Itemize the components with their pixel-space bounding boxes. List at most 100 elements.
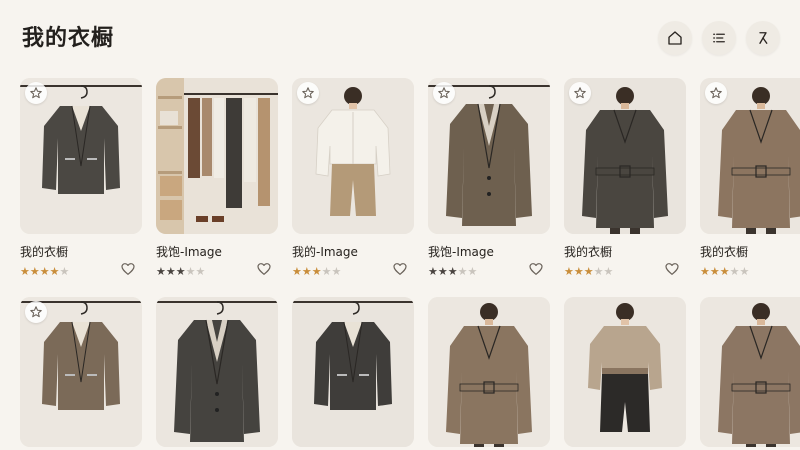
rating-star: ★: [39, 265, 50, 278]
rating-stars: ★★★★★: [564, 265, 613, 278]
rating-star: ★: [175, 265, 186, 278]
rating-star: ★: [709, 265, 720, 278]
rating-star: ★: [185, 265, 196, 278]
rating-star: ★: [29, 265, 40, 278]
star-outline-icon: [438, 87, 450, 99]
wardrobe-card[interactable]: 我的-Image ★★★★★: [292, 78, 414, 279]
rating-star: ★: [156, 265, 166, 278]
rating-star: ★: [583, 265, 594, 278]
star-outline-icon: [30, 87, 42, 99]
card-thumbnail[interactable]: [564, 297, 686, 447]
rating-star: ★: [739, 265, 750, 278]
rating-star: ★: [573, 265, 584, 278]
wardrobe-card[interactable]: 我饱-Image ★★★★★: [156, 78, 278, 279]
garment-photo: [428, 297, 550, 447]
rating-star: ★: [321, 265, 332, 278]
card-title: 我的衣橱: [700, 245, 749, 259]
garment-photo: [564, 297, 686, 447]
wardrobe-card[interactable]: [292, 297, 414, 447]
wardrobe-card[interactable]: [156, 297, 278, 447]
card-title: 我的衣橱: [564, 245, 613, 259]
card-thumbnail[interactable]: [20, 78, 142, 234]
wardrobe-card[interactable]: 我的衣橱 ★★★★★: [20, 78, 142, 279]
rating-star: ★: [467, 265, 478, 278]
card-title: 我饱-Image: [156, 245, 222, 259]
wardrobe-card[interactable]: [700, 297, 800, 447]
rating-star: ★: [437, 265, 448, 278]
hanger-button[interactable]: [746, 21, 780, 55]
card-thumbnail[interactable]: [292, 297, 414, 447]
wardrobe-app: 我的衣橱 我的衣橱 ★★★★★ 我饱-Image ★★★★★ 我的-Image …: [0, 0, 800, 450]
page-title: 我的衣橱: [22, 26, 115, 51]
wardrobe-card[interactable]: [20, 297, 142, 447]
rating-star: ★: [700, 265, 710, 278]
card-thumbnail[interactable]: [292, 78, 414, 234]
card-thumbnail[interactable]: [20, 297, 142, 447]
rating-star: ★: [729, 265, 740, 278]
card-row: 我的衣橱 ★★★★★ 我饱-Image ★★★★★ 我的-Image ★★★★★…: [20, 78, 800, 279]
rating-star: ★: [593, 265, 604, 278]
card-thumbnail[interactable]: [428, 297, 550, 447]
rating-star: ★: [428, 265, 438, 278]
rating-star: ★: [603, 265, 614, 278]
rating-star: ★: [59, 265, 70, 278]
heart-icon[interactable]: [528, 261, 544, 277]
rating-stars: ★★★★★: [428, 265, 477, 278]
card-meta: 我的衣橱 ★★★★★: [20, 243, 142, 279]
card-meta: 我饱-Image ★★★★★: [428, 243, 550, 279]
filter-button[interactable]: [702, 21, 736, 55]
top-actions: [658, 21, 780, 55]
garment-photo: [700, 297, 800, 447]
filter-list-icon: [713, 33, 725, 43]
hanger-icon: [759, 32, 768, 44]
rating-star: ★: [195, 265, 206, 278]
wardrobe-grid: 我的衣橱 ★★★★★ 我饱-Image ★★★★★ 我的-Image ★★★★★…: [20, 78, 800, 450]
rating-stars: ★★★★★: [292, 265, 341, 278]
rating-star: ★: [292, 265, 302, 278]
favorite-star-button[interactable]: [25, 82, 47, 104]
favorite-star-button[interactable]: [433, 82, 455, 104]
rating-star: ★: [719, 265, 730, 278]
garment-photo: [292, 297, 414, 447]
wardrobe-card[interactable]: 我饱-Image ★★★★★: [428, 78, 550, 279]
rating-star: ★: [331, 265, 342, 278]
rating-stars: ★★★★★: [20, 265, 69, 278]
wardrobe-card[interactable]: 我的衣橱 ★★★★★: [700, 78, 800, 279]
card-thumbnail[interactable]: [564, 78, 686, 234]
card-thumbnail[interactable]: [156, 78, 278, 234]
card-meta: 我的衣橱 ★★★★★: [700, 243, 800, 279]
heart-icon[interactable]: [664, 261, 680, 277]
rating-star: ★: [301, 265, 312, 278]
favorite-star-button[interactable]: [25, 301, 47, 323]
card-thumbnail[interactable]: [428, 78, 550, 234]
rating-star: ★: [447, 265, 458, 278]
heart-icon[interactable]: [256, 261, 272, 277]
rating-star: ★: [49, 265, 60, 278]
favorite-star-button[interactable]: [569, 82, 591, 104]
card-title: 我的-Image: [292, 245, 358, 259]
card-thumbnail[interactable]: [156, 297, 278, 447]
rating-star: ★: [20, 265, 30, 278]
wardrobe-card[interactable]: [428, 297, 550, 447]
rating-star: ★: [165, 265, 176, 278]
card-meta: 我饱-Image ★★★★★: [156, 243, 278, 279]
card-thumbnail[interactable]: [700, 297, 800, 447]
wardrobe-card[interactable]: [564, 297, 686, 447]
wardrobe-card[interactable]: 我的衣橱 ★★★★★: [564, 78, 686, 279]
home-icon: [668, 31, 682, 45]
rating-star: ★: [311, 265, 322, 278]
home-button[interactable]: [658, 21, 692, 55]
rating-star: ★: [457, 265, 468, 278]
card-thumbnail[interactable]: [700, 78, 800, 234]
star-outline-icon: [30, 306, 42, 318]
star-outline-icon: [710, 87, 722, 99]
card-row: [20, 297, 800, 447]
heart-icon[interactable]: [120, 261, 136, 277]
star-outline-icon: [574, 87, 586, 99]
heart-icon[interactable]: [392, 261, 408, 277]
rating-stars: ★★★★★: [700, 265, 749, 278]
favorite-star-button[interactable]: [297, 82, 319, 104]
garment-photo: [156, 78, 278, 234]
card-title: 我饱-Image: [428, 245, 494, 259]
favorite-star-button[interactable]: [705, 82, 727, 104]
